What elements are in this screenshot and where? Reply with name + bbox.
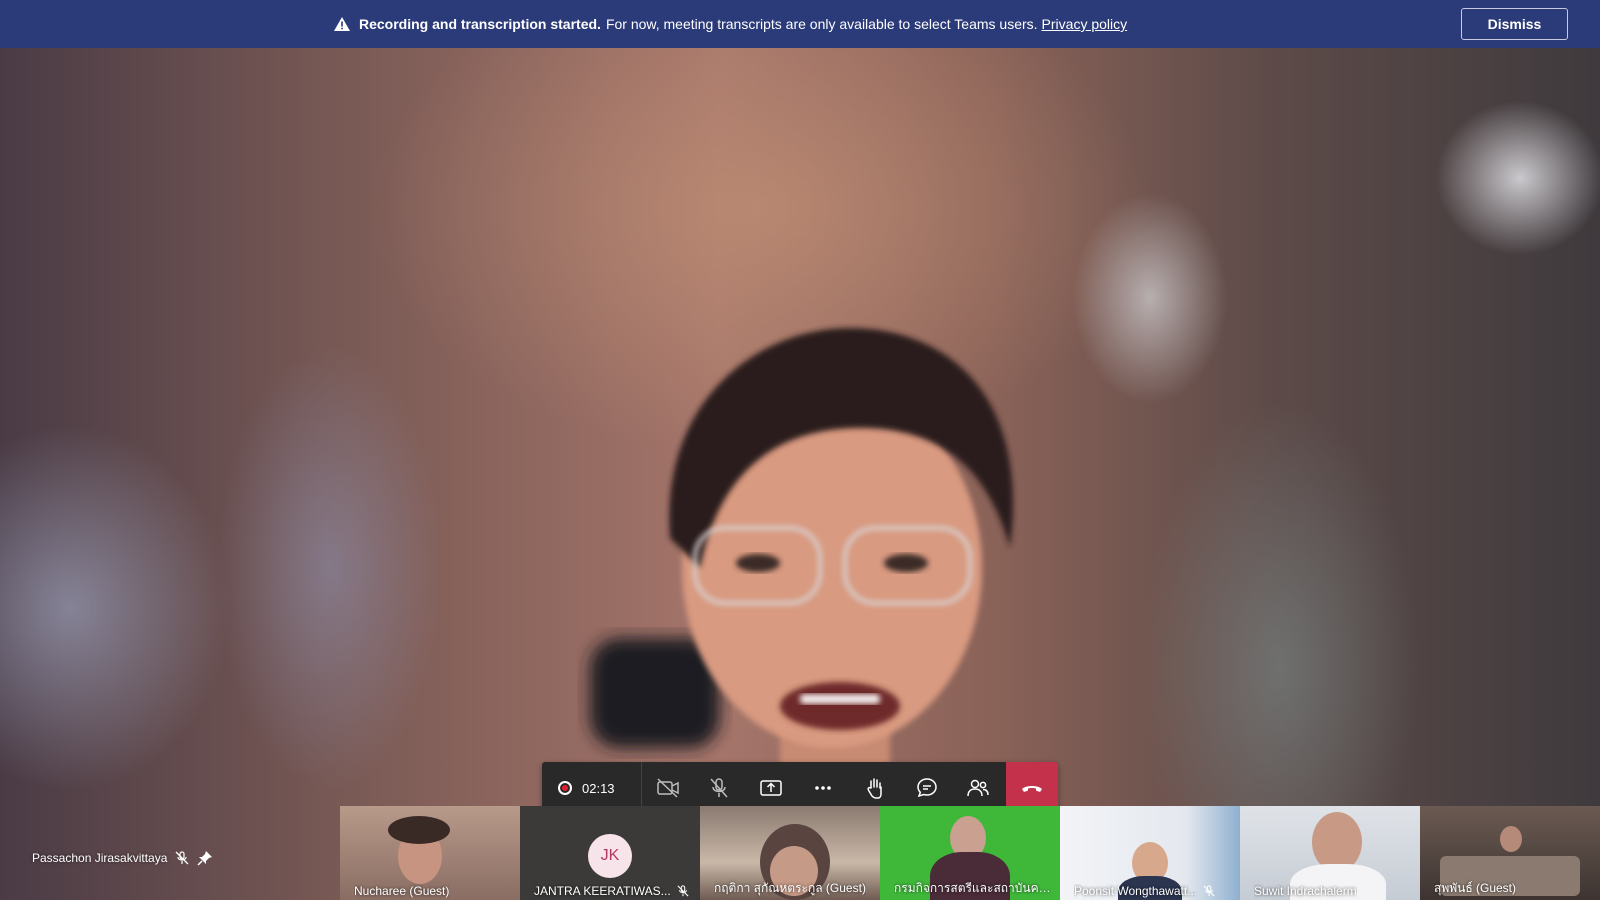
participant-name: กรมกิจการสตรีและสถาบันคร... xyxy=(894,881,1052,895)
participant-name: สุพพันธ์ (Guest) xyxy=(1434,881,1517,895)
participant-tile[interactable]: Poonsit Wongthawatt... xyxy=(1060,806,1240,900)
recording-dot-icon xyxy=(558,781,572,795)
share-screen-icon xyxy=(760,780,782,796)
participants-icon xyxy=(967,779,990,797)
chat-icon xyxy=(916,778,937,798)
participant-video xyxy=(1312,812,1362,872)
participant-name-label: สุพพันธ์ (Guest) xyxy=(1434,879,1592,898)
raise-hand-icon xyxy=(867,778,882,799)
participant-tile[interactable]: กรมกิจการสตรีและสถาบันคร... xyxy=(880,806,1060,900)
participant-name-label: Poonsit Wongthawatt... xyxy=(1074,884,1232,898)
participant-video xyxy=(388,816,450,844)
participant-tile[interactable]: สุพพันธ์ (Guest) xyxy=(1420,806,1600,900)
participant-name: Nucharee (Guest) xyxy=(354,884,450,898)
mic-off-icon xyxy=(710,778,728,798)
pin-icon[interactable] xyxy=(197,850,213,866)
dismiss-button[interactable]: Dismiss xyxy=(1461,8,1568,40)
stage-participant-label: Passachon Jirasakvittaya xyxy=(32,850,213,866)
camera-off-icon xyxy=(656,778,679,798)
mic-off-icon xyxy=(677,885,689,897)
participant-gallery: Nucharee (Guest) JK JANTRA KEERATIWAS...… xyxy=(340,806,1600,900)
participant-tile[interactable]: JK JANTRA KEERATIWAS... xyxy=(520,806,700,900)
mic-off-icon xyxy=(175,851,189,865)
participant-tile[interactable]: กฤติกา สุกัณหตระกูล (Guest) xyxy=(700,806,880,900)
participant-name: Suwit Indrachalerm xyxy=(1254,884,1357,898)
mic-off-icon xyxy=(1203,885,1215,897)
banner-message: Recording and transcription started. For… xyxy=(333,0,1127,48)
hang-up-icon xyxy=(1022,786,1043,792)
more-icon xyxy=(815,786,831,790)
warning-icon xyxy=(334,17,350,31)
participant-name-label: Suwit Indrachalerm xyxy=(1254,884,1412,898)
participant-tile[interactable]: Suwit Indrachalerm xyxy=(1240,806,1420,900)
banner-text: For now, meeting transcripts are only av… xyxy=(605,16,1038,32)
call-timer: 02:13 xyxy=(582,780,615,796)
participant-name-label: Nucharee (Guest) xyxy=(354,884,512,898)
avatar: JK xyxy=(588,834,632,878)
participant-name: กฤติกา สุกัณหตระกูล (Guest) xyxy=(714,881,866,895)
participant-name-label: กฤติกา สุกัณหตระกูล (Guest) xyxy=(714,879,872,898)
privacy-policy-link[interactable]: Privacy policy xyxy=(1042,16,1128,32)
participant-tile[interactable]: Nucharee (Guest) xyxy=(340,806,520,900)
stage-participant-name: Passachon Jirasakvittaya xyxy=(32,851,168,865)
banner-bold-text: Recording and transcription started. xyxy=(359,16,601,32)
recording-notification-banner: Recording and transcription started. For… xyxy=(0,0,1600,48)
participant-name-label: กรมกิจการสตรีและสถาบันคร... xyxy=(894,879,1052,898)
participant-video xyxy=(1500,826,1522,852)
participant-name: Poonsit Wongthawatt... xyxy=(1074,884,1198,898)
participant-name: JANTRA KEERATIWAS... xyxy=(534,884,671,898)
participant-name-label: JANTRA KEERATIWAS... xyxy=(534,884,692,898)
